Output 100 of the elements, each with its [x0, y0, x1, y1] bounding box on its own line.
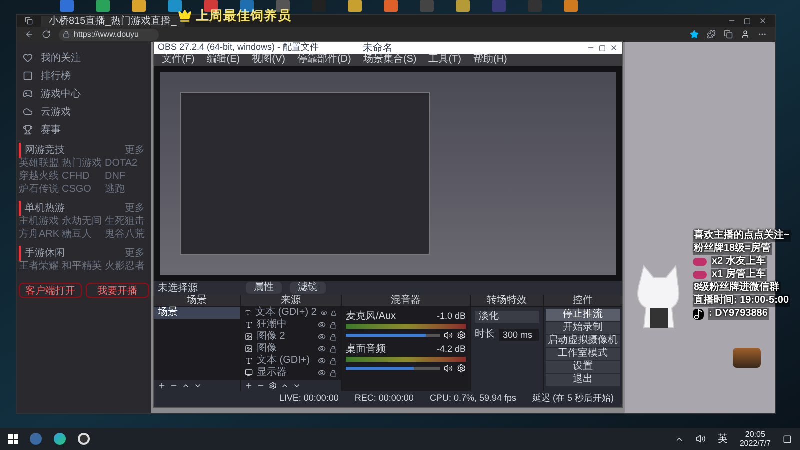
transition-select[interactable]: 淡化	[475, 311, 539, 323]
dock-title: 混音器	[342, 295, 470, 307]
tabs-icon[interactable]	[25, 17, 33, 25]
source-type-icon	[245, 333, 253, 341]
control-button[interactable]: 启动虚拟摄像机	[546, 335, 620, 347]
add-icon[interactable]	[245, 382, 253, 390]
collections-icon[interactable]	[724, 30, 733, 39]
menu-item[interactable]: 文件(F)	[162, 54, 195, 66]
maximize-icon[interactable]	[599, 44, 606, 52]
source-type-icon	[245, 357, 253, 365]
scene-item[interactable]: 场景	[154, 307, 240, 319]
start-icon[interactable]	[8, 434, 18, 444]
refresh-icon[interactable]	[42, 30, 51, 39]
close-icon[interactable]	[610, 44, 618, 52]
source-item[interactable]: 文本 (GDI+) 2	[255, 307, 317, 319]
source-item[interactable]: 图像 2	[257, 331, 314, 343]
source-type-icon	[245, 369, 253, 377]
extensions-icon[interactable]	[707, 30, 716, 39]
lock-icon[interactable]	[330, 358, 337, 364]
maximize-icon[interactable]	[744, 18, 751, 24]
sidebar-item-icon	[23, 89, 33, 99]
section-title: 网游竞技	[19, 143, 65, 158]
control-button[interactable]: 退出	[546, 374, 620, 386]
control-button[interactable]: 停止推流	[546, 309, 620, 321]
visibility-icon[interactable]	[318, 357, 326, 365]
browser-app-icon[interactable]	[54, 433, 66, 445]
source-item[interactable]: 狂潮中	[257, 319, 314, 331]
settings-icon[interactable]	[269, 382, 277, 390]
lock-icon[interactable]	[331, 310, 337, 316]
url-text: https://www.douyu	[74, 28, 139, 40]
source-type-icon	[245, 309, 252, 317]
control-button[interactable]: 开始录制	[546, 322, 620, 334]
lock-icon[interactable]	[330, 370, 337, 376]
window-title-tail: 未命名	[363, 42, 394, 54]
source-bar-button[interactable]: 滤镜	[290, 282, 326, 294]
dock-title: 场景	[154, 295, 240, 307]
sidebar-button[interactable]: 我要开播	[86, 283, 149, 298]
lock-icon[interactable]	[330, 334, 337, 340]
control-button[interactable]: 工作室模式	[546, 348, 620, 360]
window-title: OBS 27.2.4 (64-bit, windows) - 配置文件	[158, 41, 320, 54]
back-icon[interactable]	[25, 30, 34, 39]
menu-item[interactable]: 停靠部件(D)	[297, 54, 352, 66]
duration-field[interactable]: 300 ms	[499, 328, 539, 340]
volume-icon[interactable]	[696, 434, 706, 444]
visibility-icon[interactable]	[318, 369, 326, 377]
menu-item[interactable]: 编辑(E)	[206, 54, 240, 66]
close-icon[interactable]	[759, 17, 767, 25]
status-text: LIVE: 00:00:00	[279, 392, 339, 406]
sidebar-item[interactable]: 游戏中心	[41, 86, 81, 102]
browser-tab[interactable]: 小桥815直播_热门游戏直播_	[41, 16, 185, 26]
visibility-icon[interactable]	[318, 345, 326, 353]
lock-icon[interactable]	[330, 322, 337, 328]
address-field[interactable]: https://www.douyu	[59, 28, 159, 40]
section-title: 手游休闲	[19, 246, 65, 261]
lock-icon[interactable]	[330, 346, 337, 352]
status-text: REC: 00:00:00	[354, 392, 414, 406]
sidebar-button[interactable]: 客户端打开	[19, 283, 82, 298]
menu-item[interactable]: 场景集合(S)	[363, 54, 417, 66]
add-icon[interactable]	[158, 382, 166, 390]
audio-channel-name: 麦克风/Aux	[346, 311, 396, 322]
source-item[interactable]: 显示器	[257, 367, 314, 379]
fan-badge-icon	[693, 258, 707, 266]
profile-icon[interactable]	[741, 30, 750, 39]
clock[interactable]: 20:05 2022/7/7	[740, 430, 771, 448]
status-text: 延迟 (在 5 秒后开始)	[532, 392, 614, 406]
status-text: CPU: 0.7%, 59.94 fps	[430, 392, 516, 406]
dock-title: 控件	[544, 295, 622, 307]
dock-title: 转场特效	[471, 295, 543, 307]
visibility-icon[interactable]	[318, 321, 326, 329]
menu-item[interactable]: 视图(V)	[252, 54, 286, 66]
sidebar-item[interactable]: 云游戏	[41, 104, 71, 120]
control-button[interactable]: 设置	[546, 361, 620, 373]
overlay-text: : DY9793886	[708, 308, 769, 320]
speaker-icon[interactable]	[444, 364, 453, 373]
language-indicator[interactable]: 英	[718, 432, 728, 446]
volume-slider[interactable]	[346, 367, 440, 370]
visibility-icon[interactable]	[320, 309, 328, 317]
overlay-text: 喜欢主播的点点关注~	[693, 230, 791, 242]
obs-app-icon[interactable]	[78, 433, 90, 445]
crown-icon	[178, 8, 192, 23]
settings-icon[interactable]	[457, 331, 466, 340]
speaker-icon[interactable]	[444, 331, 453, 340]
sidebar-item[interactable]: 排行榜	[41, 68, 71, 84]
source-type-icon	[245, 321, 253, 329]
settings-icon[interactable]	[457, 364, 466, 373]
audio-level-reading: -4.2 dB	[436, 344, 466, 355]
steam-app-icon[interactable]	[30, 433, 42, 445]
visibility-icon[interactable]	[318, 333, 326, 341]
sidebar-item[interactable]: 赛事	[41, 122, 61, 138]
sidebar-item[interactable]: 我的关注	[41, 50, 81, 66]
duration-label: 时长	[475, 328, 495, 342]
menu-item[interactable]: 帮助(H)	[473, 54, 508, 66]
source-bar-button[interactable]: 属性	[246, 282, 282, 294]
fan-badge-icon	[693, 271, 707, 279]
menu-item[interactable]: 工具(T)	[428, 54, 462, 66]
source-item[interactable]: 图像	[257, 343, 314, 355]
source-item[interactable]: 文本 (GDI+)	[257, 355, 314, 367]
favorite-star-icon[interactable]	[690, 30, 699, 39]
sidebar-item-icon	[23, 125, 33, 135]
notification-icon[interactable]	[783, 434, 792, 444]
